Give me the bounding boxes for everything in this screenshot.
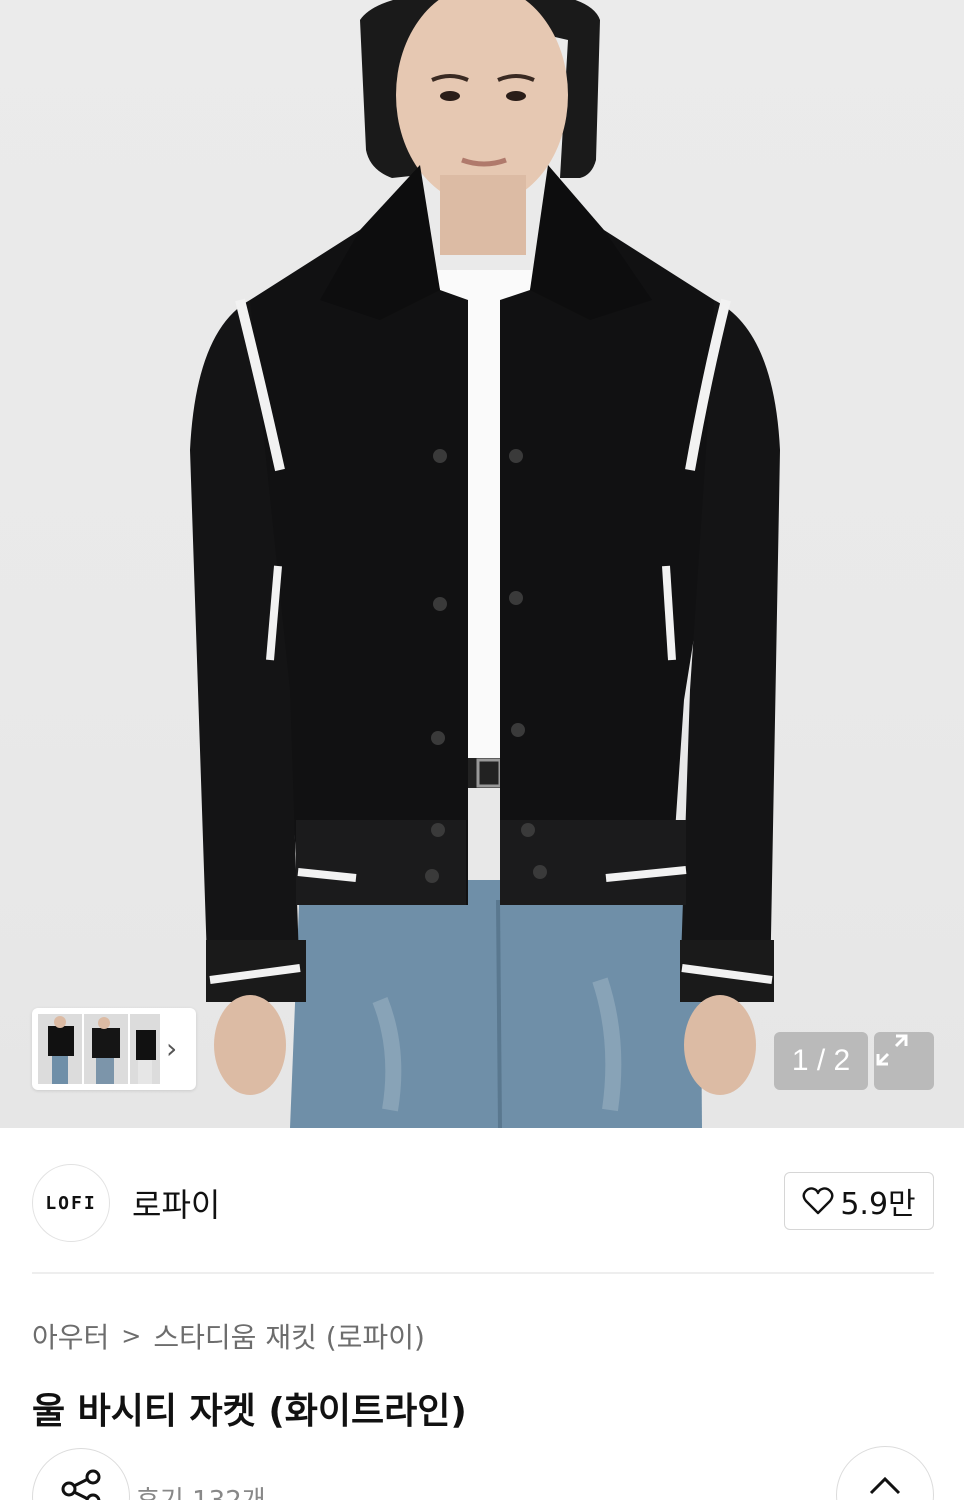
product-photo-illustration	[190, 0, 780, 1128]
scroll-top-button[interactable]	[836, 1446, 934, 1500]
brand-name[interactable]: 로파이	[132, 1180, 220, 1226]
thumbnail-1[interactable]	[38, 1014, 82, 1084]
share-button[interactable]	[32, 1448, 130, 1500]
like-button[interactable]: 5.9만	[784, 1172, 934, 1230]
share-icon	[61, 1469, 101, 1500]
brand-row: LOFI 로파이 5.9만	[32, 1160, 934, 1246]
thumbnail-2[interactable]	[84, 1014, 128, 1084]
breadcrumb-category[interactable]: 아우터	[32, 1316, 109, 1356]
section-divider	[32, 1272, 934, 1274]
like-count: 5.9만	[840, 1187, 916, 1222]
expand-arrows-icon	[876, 1034, 908, 1066]
product-image[interactable]: › 1 / 2	[0, 0, 964, 1128]
product-title: 울 바시티 자켓 (화이트라인)	[32, 1391, 467, 1432]
product-page: › 1 / 2 LOFI 로파이 5.9만 아우터 > 스타디움 재킷 (로파이…	[0, 0, 964, 1500]
thumbnail-list	[38, 1014, 160, 1084]
expand-button[interactable]	[874, 1032, 934, 1090]
breadcrumb-subcategory[interactable]: 스타디움 재킷 (로파이)	[153, 1316, 425, 1356]
chevron-up-icon	[869, 1476, 901, 1495]
thumbnail-strip[interactable]: ›	[32, 1008, 196, 1090]
heart-outline-icon	[802, 1187, 834, 1215]
chevron-right-icon[interactable]: ›	[166, 1035, 177, 1063]
brand-logo[interactable]: LOFI	[32, 1164, 110, 1242]
thumbnail-3[interactable]	[130, 1014, 160, 1084]
breadcrumb: 아우터 > 스타디움 재킷 (로파이)	[32, 1316, 425, 1356]
image-counter: 1 / 2	[774, 1032, 868, 1090]
chevron-right-icon: >	[121, 1322, 142, 1350]
review-count[interactable]: 후기 132개	[136, 1480, 266, 1500]
